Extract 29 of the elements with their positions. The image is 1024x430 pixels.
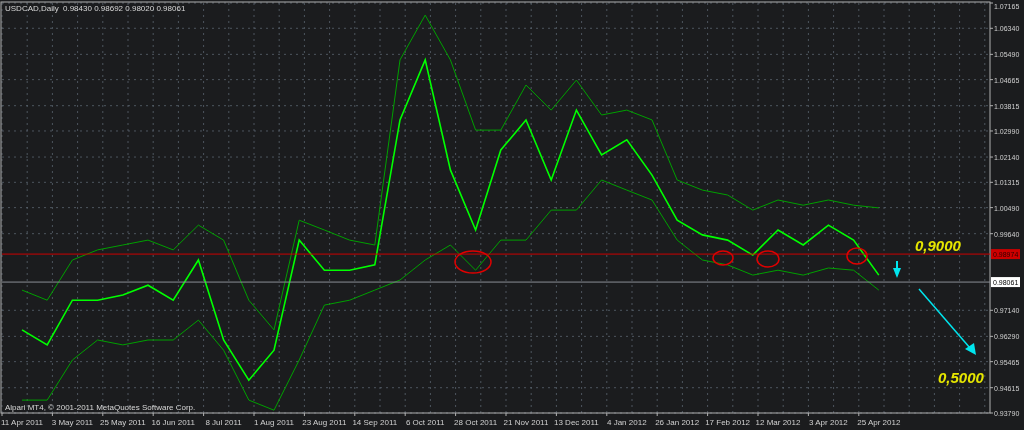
highlight-ellipse [712,250,734,266]
date-axis-label: 25 Apr 2012 [857,418,901,427]
date-axis-label: 25 May 2011 [99,418,146,427]
highlight-ellipse [846,247,868,265]
date-axis-label: 23 Aug 2011 [302,418,347,427]
annotation-text: 0,9000 [915,237,961,254]
down-arrow [893,260,901,278]
chart-title: USDCAD,Daily [5,4,59,13]
date-axis-label: 17 Feb 2012 [705,418,751,427]
date-axis-label: 16 Jun 2011 [151,418,195,427]
down-arrow [918,288,976,355]
date-axis-label: 4 Jan 2012 [607,418,647,427]
date-axis-label: 13 Dec 2011 [554,418,599,427]
date-axis-label: 6 Oct 2011 [405,418,445,427]
date-axis-label: 11 Apr 2011 [1,418,43,427]
date-axis-label: 21 Nov 2011 [503,418,549,427]
date-axis-label: 1 Aug 2011 [254,418,294,427]
highlight-ellipse [454,250,492,274]
date-axis-label: 28 Oct 2011 [454,418,498,427]
annotation-text: 0,5000 [938,369,984,386]
date-axis-label: 3 Apr 2012 [809,418,848,427]
date-axis-label: 26 Jan 2012 [655,418,700,427]
date-axis-label: 14 Sep 2011 [352,418,398,427]
date-axis-label: 12 Mar 2012 [755,418,801,427]
date-axis-label: 3 May 2011 [51,418,93,427]
copyright-text: Alpari MT4, © 2001-2011 MetaQuotes Software Corp. [5,403,196,412]
highlight-ellipse [756,250,780,268]
ohlc-values: 0.98430 0.98692 0.98020 0.98061 [63,4,186,13]
date-axis-label: 8 Jul 2011 [205,418,242,427]
